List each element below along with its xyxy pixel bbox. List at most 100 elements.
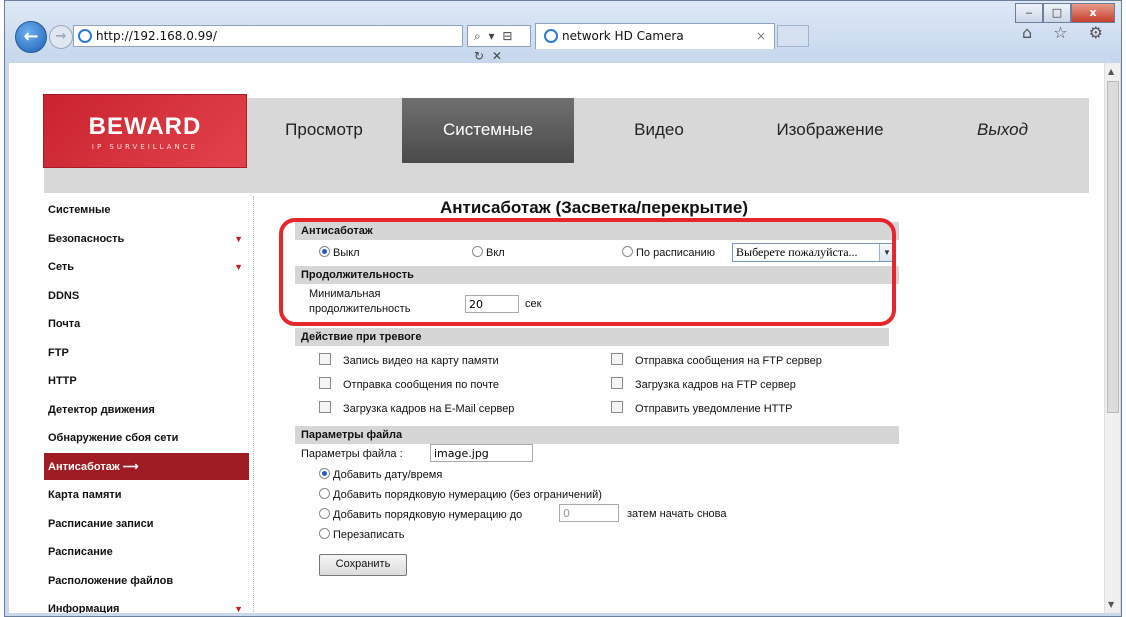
main-menu: Просмотр Системные Видео Изображение Вых… <box>246 98 1089 163</box>
window-controls: ‒ □ x <box>1015 3 1115 23</box>
sidebar-item-http[interactable]: HTTP <box>44 367 249 396</box>
counter-limit-input[interactable] <box>559 504 619 522</box>
caret-down-icon: ▼ <box>234 604 243 613</box>
sidebar-divider <box>253 196 255 613</box>
checkbox-label: Запись видео на карту памяти <box>343 355 499 367</box>
sidebar-item-security[interactable]: Безопасность ▼ <box>44 225 249 253</box>
alarm-upload-email[interactable]: Загрузка кадров на E-Mail сервер <box>319 401 514 415</box>
checkbox-label: Отправить уведомление HTTP <box>635 403 793 415</box>
alarm-send-mail[interactable]: Отправка сообщения по почте <box>319 377 499 391</box>
highlight-annotation <box>279 218 896 326</box>
sidebar-item-mail[interactable]: Почта <box>44 310 249 339</box>
radio-label: Добавить порядковую нумерацию (без огран… <box>333 489 602 501</box>
sidebar: Системные Безопасность ▼ Сеть ▼ DDNS Почта… <box>44 196 249 613</box>
forward-button[interactable]: → <box>49 25 73 49</box>
sidebar-item-network-failure[interactable]: Обнаружение сбоя сети <box>44 424 249 453</box>
sidebar-item-label: Расположение файлов <box>48 574 174 587</box>
menu-video[interactable]: Видео <box>574 98 744 163</box>
file-option-datetime[interactable]: Добавить дату/время <box>319 468 442 481</box>
ie-tab-icon <box>544 29 558 43</box>
checkbox-label: Загрузка кадров на FTP сервер <box>635 379 796 391</box>
sidebar-item-ddns[interactable]: DDNS <box>44 282 249 310</box>
sidebar-item-record-schedule[interactable]: Расписание записи <box>44 510 249 538</box>
sidebar-item-label: Обнаружение сбоя сети <box>48 432 179 444</box>
tab-title: network HD Camera <box>562 29 684 43</box>
sidebar-item-label: Сеть <box>48 261 75 273</box>
checkbox-label: Отправка сообщения по почте <box>343 379 500 391</box>
sidebar-item-motion[interactable]: Детектор движения <box>44 396 249 424</box>
alarm-upload-ftp[interactable]: Загрузка кадров на FTP сервер <box>611 377 796 391</box>
scroll-down-icon[interactable]: ▼ <box>1108 600 1114 609</box>
sidebar-item-info[interactable]: Информация ▼ <box>44 595 249 613</box>
file-name-label: Параметры файла : <box>301 448 403 460</box>
section-file-params: Параметры файла <box>295 426 899 444</box>
menu-image[interactable]: Изображение <box>744 98 916 163</box>
sidebar-item-schedule[interactable]: Расписание <box>44 538 249 567</box>
logo-text: BEWARD <box>88 113 202 140</box>
scroll-up-icon[interactable]: ▲ <box>1108 67 1114 76</box>
alarm-record-sd[interactable]: Запись видео на карту памяти <box>319 353 499 367</box>
beward-logo: BEWARD IP SURVEILLANCE <box>44 95 246 167</box>
tab-close-icon[interactable]: × <box>756 24 766 48</box>
file-option-overwrite[interactable]: Перезаписать <box>319 528 404 541</box>
sidebar-item-label: DDNS <box>48 289 80 302</box>
sidebar-item-network[interactable]: Сеть ▼ <box>44 253 249 282</box>
checkbox[interactable] <box>319 377 331 389</box>
checkbox[interactable] <box>319 401 331 413</box>
sidebar-item-system[interactable]: Системные <box>44 196 249 225</box>
ie-page-icon <box>78 29 92 43</box>
section-alarm-actions: Действие при тревоге <box>295 328 889 346</box>
close-window-button[interactable]: x <box>1071 3 1115 23</box>
checkbox[interactable] <box>611 377 623 389</box>
checkbox[interactable] <box>319 353 331 365</box>
checkbox[interactable] <box>611 353 623 365</box>
sidebar-item-label: Расписание записи <box>48 517 154 530</box>
sidebar-item-antisabotage[interactable]: Антисаботаж ⟶ <box>44 452 249 481</box>
sidebar-item-label: Антисаботаж ⟶ <box>48 460 139 473</box>
back-button[interactable]: ← <box>15 21 47 53</box>
sidebar-item-memory-card[interactable]: Карта памяти <box>44 481 249 510</box>
sidebar-item-label: Расписание <box>48 546 113 558</box>
counter-suffix: затем начать снова <box>627 508 727 520</box>
menu-view[interactable]: Просмотр <box>246 98 402 163</box>
menu-logout[interactable]: Выход <box>916 98 1089 163</box>
file-option-seq-limit[interactable]: Добавить порядковую нумерацию до <box>319 508 522 521</box>
radio-indicator[interactable] <box>319 508 330 519</box>
checkbox[interactable] <box>611 401 623 413</box>
radio-indicator[interactable] <box>319 468 330 479</box>
sidebar-item-label: FTP <box>48 346 69 359</box>
scrollbar-thumb[interactable] <box>1107 81 1119 413</box>
sidebar-item-label: Карта памяти <box>48 489 122 501</box>
radio-label: Добавить дату/время <box>333 469 443 481</box>
sidebar-item-label: Почта <box>48 318 81 330</box>
menu-system[interactable]: Системные <box>402 98 574 163</box>
camera-header: BEWARD IP SURVEILLANCE Просмотр Системны… <box>44 95 1089 193</box>
minimize-button[interactable]: ‒ <box>1015 3 1043 23</box>
alarm-http-notify[interactable]: Отправить уведомление HTTP <box>611 401 792 415</box>
arrow-right-icon: → <box>55 29 67 44</box>
file-name-input[interactable] <box>430 444 533 462</box>
page-viewport: BEWARD IP SURVEILLANCE Просмотр Системны… <box>9 63 1104 613</box>
radio-indicator[interactable] <box>319 488 330 499</box>
arrow-left-icon: ← <box>23 26 39 47</box>
sidebar-item-label: Информация <box>48 603 120 613</box>
browser-tool-icons[interactable]: ⌂ ☆ ⚙ <box>1022 23 1111 42</box>
sidebar-item-ftp[interactable]: FTP <box>44 339 249 367</box>
address-url: http://192.168.0.99/ <box>96 29 217 43</box>
alarm-send-ftp-message[interactable]: Отправка сообщения на FTP сервер <box>611 353 822 367</box>
file-option-seq-unlimited[interactable]: Добавить порядковую нумерацию (без огран… <box>319 488 602 501</box>
sidebar-item-file-location[interactable]: Расположение файлов <box>44 567 249 595</box>
address-bar[interactable]: http://192.168.0.99/ <box>73 25 463 47</box>
address-controls[interactable]: ⌕ ▾ ⊟ ↻ ✕ <box>467 25 531 63</box>
new-tab-button[interactable] <box>777 25 809 47</box>
page-title: Антисаботаж (Засветка/перекрытие) <box>439 198 748 217</box>
radio-label: Перезаписать <box>333 529 405 541</box>
caret-down-icon: ▼ <box>234 233 243 244</box>
vertical-scrollbar[interactable]: ▲ ▼ <box>1104 63 1120 613</box>
save-button[interactable]: Сохранить <box>319 554 407 576</box>
maximize-button[interactable]: □ <box>1043 3 1071 23</box>
caret-down-icon: ▼ <box>234 262 243 272</box>
browser-tab[interactable]: network HD Camera × <box>535 23 775 49</box>
radio-indicator[interactable] <box>319 528 330 539</box>
checkbox-label: Загрузка кадров на E-Mail сервер <box>343 403 515 415</box>
